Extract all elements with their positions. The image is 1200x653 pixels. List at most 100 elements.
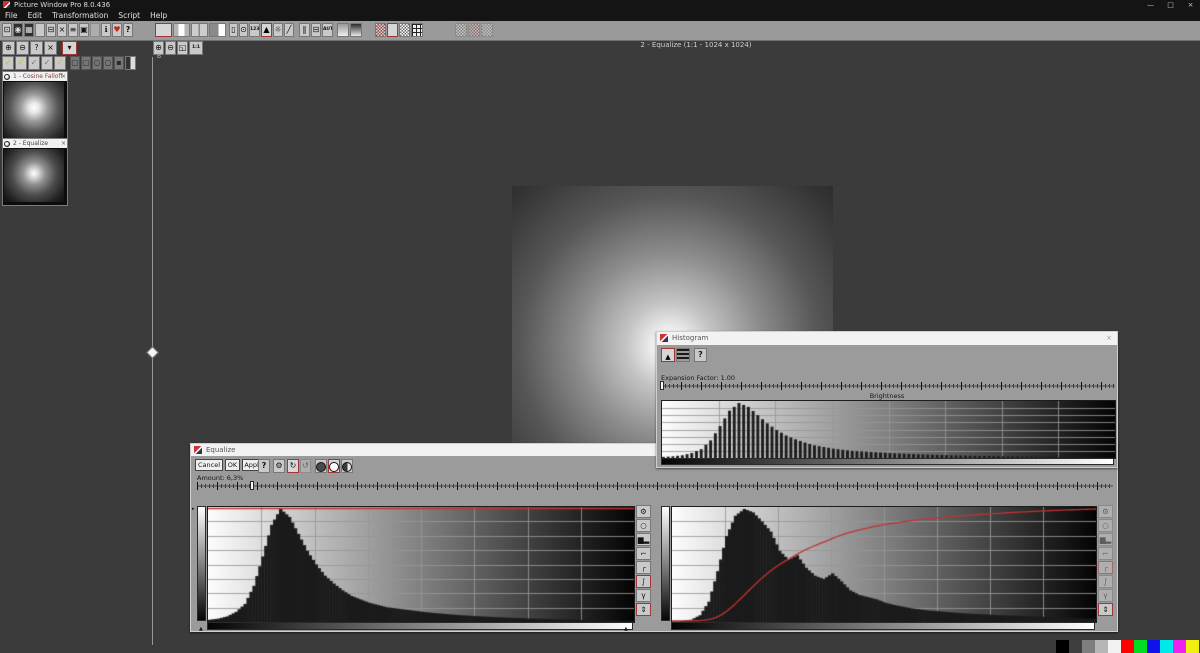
info-icon[interactable]: ℹ <box>101 23 111 37</box>
s-curve-icon[interactable]: ∫ <box>1098 575 1113 588</box>
gamma-icon[interactable]: γ <box>1098 589 1113 602</box>
camera-icon[interactable]: ▦ <box>24 23 34 37</box>
thumbnail-1-titlebar[interactable]: 1 - Cosine Falloff × <box>3 72 67 81</box>
gradient-b-icon[interactable] <box>350 23 362 37</box>
new-image-icon[interactable]: ⊡ <box>2 23 12 37</box>
circle-disabled-2-icon[interactable]: ○ <box>103 56 113 70</box>
gradient-a-icon[interactable] <box>337 23 349 37</box>
menu-item-transformation[interactable]: Transformation <box>47 10 113 21</box>
help-icon[interactable]: ? <box>123 23 133 37</box>
help-button[interactable]: ? <box>258 459 270 473</box>
blank-disabled-icon[interactable] <box>90 23 100 37</box>
black-point-marker-icon[interactable]: ▲ <box>199 627 203 632</box>
histogram-titlebar[interactable]: Histogram × <box>657 332 1117 345</box>
zoom-one-to-one-icon[interactable]: 1:1 <box>189 41 203 55</box>
settings-gear-icon[interactable]: ⚙ <box>273 459 285 473</box>
blank-swatch-icon[interactable] <box>35 23 45 37</box>
minimize-button[interactable]: — <box>1141 0 1160 10</box>
color-swatch-8[interactable] <box>1160 640 1173 653</box>
expand-vertical-icon[interactable]: ⇕ <box>1098 603 1113 616</box>
expand-vertical-icon[interactable]: ⇕ <box>636 603 651 616</box>
menu-item-edit[interactable]: Edit <box>23 10 48 21</box>
maximize-button[interactable]: □ <box>1161 0 1180 10</box>
thumbnail-1-image[interactable] <box>4 82 64 138</box>
white-point-marker-icon[interactable]: ▲ <box>624 627 628 632</box>
help-button[interactable]: ? <box>694 348 707 362</box>
gear-icon[interactable]: ⚙ <box>1098 505 1113 518</box>
check-yellow-1-icon[interactable]: ✓ <box>2 56 14 70</box>
horizontal-split-icon[interactable]: ⊟ <box>311 23 321 37</box>
zoom-fit-icon[interactable]: ◱ <box>177 41 188 55</box>
menu-item-file[interactable]: File <box>0 10 23 21</box>
gear-icon[interactable]: ⚙ <box>636 505 651 518</box>
check-yellow-2-icon[interactable]: ✓ <box>15 56 27 70</box>
pattern-grid-icon[interactable] <box>411 23 423 37</box>
thumbnail-window-2[interactable]: 2 - Equalize × <box>2 138 68 206</box>
dual-pane-icon[interactable]: ‖ <box>299 23 310 37</box>
expansion-slider-handle[interactable] <box>660 381 664 390</box>
palette-icon[interactable]: ☼ <box>273 23 283 37</box>
amount-slider-handle[interactable] <box>250 481 254 490</box>
menu-item-help[interactable]: Help <box>145 10 172 21</box>
cancel-button[interactable]: Cancel <box>195 459 223 471</box>
close-icon[interactable]: × <box>61 72 66 81</box>
color-swatch-1[interactable] <box>1069 640 1082 653</box>
duplicate-icon[interactable]: ▣ <box>79 23 89 37</box>
color-swatch-5[interactable] <box>1121 640 1134 653</box>
check-yellow-3-icon[interactable]: ✓ <box>54 56 66 70</box>
zoom-out-icon[interactable]: ⊖ <box>165 41 176 55</box>
levels-view-icon[interactable] <box>676 348 690 362</box>
pencil-icon[interactable]: ╱ <box>284 23 294 37</box>
step-curve-icon[interactable]: ⌐ <box>1098 547 1113 560</box>
color-swatch-3[interactable] <box>1095 640 1108 653</box>
close-file-icon[interactable]: × <box>57 23 67 37</box>
splitter-handle-icon[interactable] <box>146 346 159 359</box>
magnifier-icon[interactable]: ⊙ <box>239 23 248 37</box>
close-button[interactable]: × <box>1181 0 1200 10</box>
white-circle-icon[interactable] <box>328 459 340 473</box>
auto-icon[interactable]: AUTO <box>322 23 333 37</box>
thumbnail-2-image[interactable] <box>4 149 64 202</box>
pattern-light-icon[interactable] <box>399 23 410 37</box>
monitor-icon[interactable]: ◉ <box>13 23 23 37</box>
print-icon[interactable]: ⊟ <box>46 23 56 37</box>
list-icon[interactable]: ≡ <box>68 23 78 37</box>
color-swatch-4[interactable] <box>1108 640 1121 653</box>
step-curve-icon[interactable]: ⌐ <box>636 547 651 560</box>
rise-curve-icon[interactable]: ╭ <box>636 561 651 574</box>
split-view-icon[interactable] <box>125 56 136 70</box>
doc-disabled-2-icon[interactable]: ▢ <box>81 56 91 70</box>
rise-curve-icon[interactable]: ╭ <box>1098 561 1113 574</box>
refresh-icon[interactable]: ↻ <box>287 459 299 473</box>
pane-right-icon[interactable] <box>209 23 226 37</box>
amount-slider[interactable] <box>197 482 1113 490</box>
menu-item-script[interactable]: Script <box>113 10 145 21</box>
color-swatch-9[interactable] <box>1173 640 1186 653</box>
circle-disabled-1-icon[interactable]: ○ <box>92 56 102 70</box>
color-swatch-6[interactable] <box>1134 640 1147 653</box>
pattern-red-icon[interactable] <box>375 23 386 37</box>
gamma-icon[interactable]: γ <box>636 589 651 602</box>
equalize-input-plot[interactable] <box>207 506 635 623</box>
color-swatch-7[interactable] <box>1147 640 1160 653</box>
circle-icon[interactable]: ○ <box>1098 519 1113 532</box>
dark-circle-icon[interactable] <box>315 459 327 473</box>
s-curve-icon[interactable]: ∫ <box>636 575 651 588</box>
numbers-123-icon[interactable]: 123 <box>249 23 260 37</box>
close-icon[interactable]: × <box>1106 332 1112 345</box>
color-swatch-2[interactable] <box>1082 640 1095 653</box>
doc-disabled-1-icon[interactable]: ▢ <box>70 56 80 70</box>
color-swatch-10[interactable] <box>1186 640 1199 653</box>
circle-icon[interactable]: ○ <box>636 519 651 532</box>
half-circle-icon[interactable] <box>341 459 353 473</box>
thumbnail-window-1[interactable]: 1 - Cosine Falloff × <box>2 71 68 142</box>
expansion-slider[interactable] <box>661 382 1115 390</box>
thumbnail-2-titlebar[interactable]: 2 - Equalize × <box>3 139 67 148</box>
pattern-dark-icon[interactable] <box>387 23 398 37</box>
equalize-output-plot[interactable] <box>671 506 1097 623</box>
histogram-bars-icon[interactable]: ▆▂ <box>1098 533 1113 546</box>
ok-button[interactable]: OK <box>225 459 240 471</box>
pattern-disabled-1-icon[interactable] <box>455 23 467 37</box>
pane-dashed-icon[interactable] <box>191 23 208 37</box>
undo-disabled-icon[interactable]: ↺ <box>300 459 311 473</box>
